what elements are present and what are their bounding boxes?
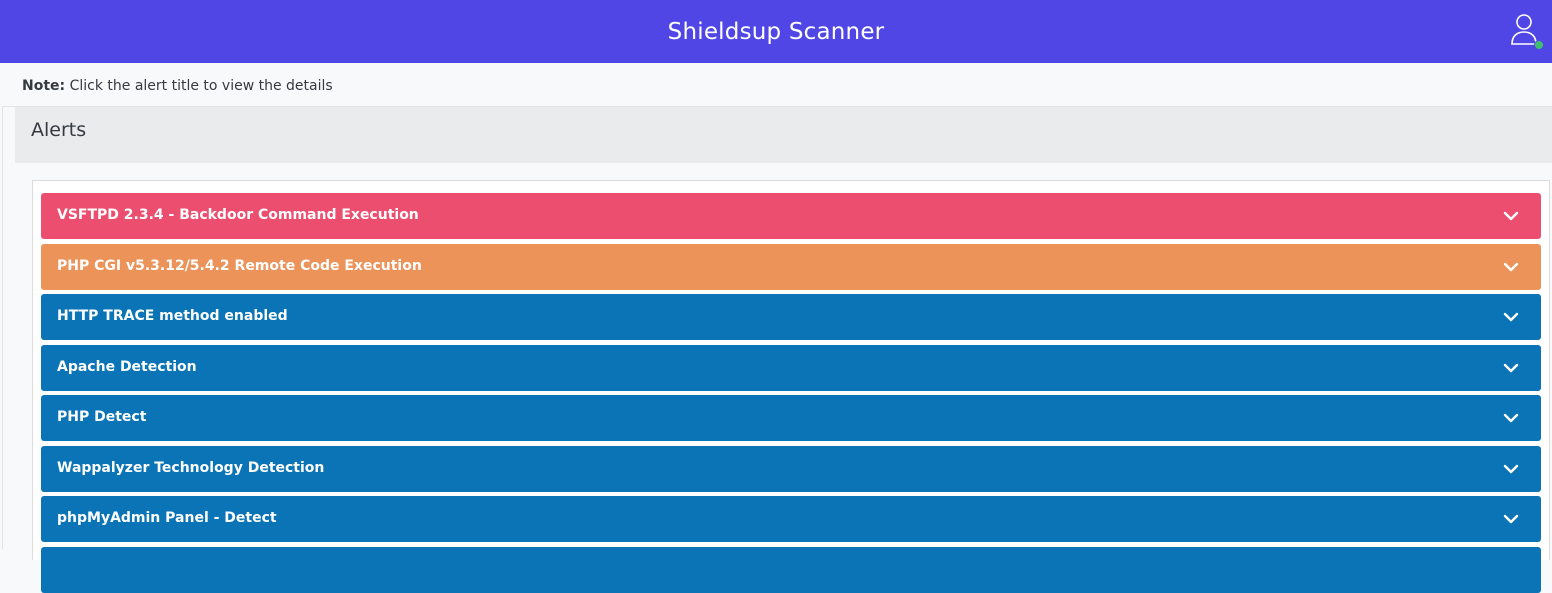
alerts-list: VSFTPD 2.3.4 - Backdoor Command Executio… bbox=[32, 180, 1550, 593]
alert-item[interactable]: Apache Detection bbox=[41, 345, 1541, 391]
chevron-down-icon[interactable] bbox=[1503, 311, 1519, 323]
alert-title[interactable]: Apache Detection bbox=[57, 359, 197, 375]
chevron-down-icon[interactable] bbox=[1503, 463, 1519, 475]
chevron-down-icon[interactable] bbox=[1503, 412, 1519, 424]
alert-title[interactable]: VSFTPD 2.3.4 - Backdoor Command Executio… bbox=[57, 207, 419, 223]
note-message: Click the alert title to view the detail… bbox=[69, 78, 333, 94]
alert-item[interactable]: phpMyAdmin Panel - Detect bbox=[41, 496, 1541, 542]
alert-item[interactable]: PHP CGI v5.3.12/5.4.2 Remote Code Execut… bbox=[41, 244, 1541, 290]
note-label: Note: bbox=[22, 78, 66, 94]
app-title: Shieldsup Scanner bbox=[667, 18, 885, 45]
alert-item[interactable]: PHP Detect bbox=[41, 395, 1541, 441]
alert-title[interactable]: PHP CGI v5.3.12/5.4.2 Remote Code Execut… bbox=[57, 258, 422, 274]
alerts-panel: Alerts VSFTPD 2.3.4 - Backdoor Command E… bbox=[2, 106, 1552, 593]
alerts-panel-header: Alerts bbox=[15, 107, 1552, 163]
alert-title[interactable]: phpMyAdmin Panel - Detect bbox=[57, 510, 277, 526]
alert-title[interactable]: PHP Detect bbox=[57, 409, 146, 425]
chevron-down-icon[interactable] bbox=[1503, 210, 1519, 222]
alert-item[interactable]: Wappalyzer Technology Detection bbox=[41, 446, 1541, 492]
user-menu[interactable] bbox=[1510, 12, 1544, 52]
alert-item[interactable] bbox=[41, 547, 1541, 593]
app-header: Shieldsup Scanner bbox=[0, 0, 1552, 63]
alert-item[interactable]: VSFTPD 2.3.4 - Backdoor Command Executio… bbox=[41, 193, 1541, 239]
alerts-panel-title: Alerts bbox=[31, 119, 87, 141]
chevron-down-icon[interactable] bbox=[1503, 362, 1519, 374]
alert-title[interactable]: HTTP TRACE method enabled bbox=[57, 308, 288, 324]
chevron-down-icon[interactable] bbox=[1503, 513, 1519, 525]
chevron-down-icon[interactable] bbox=[1503, 261, 1519, 273]
alert-title[interactable]: Wappalyzer Technology Detection bbox=[57, 460, 324, 476]
online-status-dot bbox=[1534, 40, 1544, 50]
alert-item[interactable]: HTTP TRACE method enabled bbox=[41, 294, 1541, 340]
note-text: Note: Click the alert title to view the … bbox=[22, 78, 333, 94]
